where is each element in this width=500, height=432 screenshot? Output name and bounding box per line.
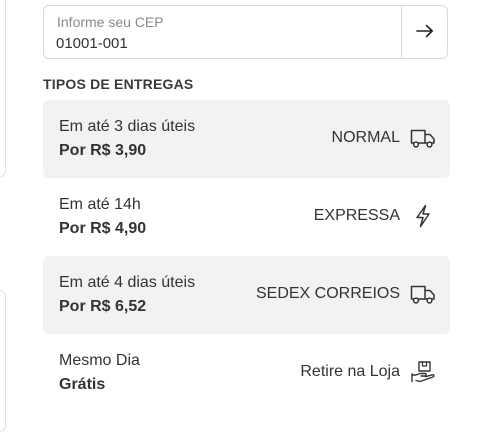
truck-icon: [410, 126, 436, 150]
delivery-time: Em até 3 dias úteis: [59, 118, 196, 135]
delivery-price: Por R$ 3,90: [59, 142, 147, 159]
delivery-option-normal[interactable]: Em até 3 dias úteis Por R$ 3,90 NORMAL: [43, 100, 450, 178]
cep-label: Informe seu CEP: [57, 14, 164, 30]
delivery-name: SEDEX CORREIOS: [255, 285, 400, 302]
background-card-edge: [0, 290, 6, 432]
lightning-icon: [410, 204, 436, 228]
delivery-time: Mesmo Dia: [59, 352, 140, 369]
truck-icon: [410, 282, 436, 306]
delivery-types-title: TIPOS DE ENTREGAS: [43, 76, 194, 92]
delivery-price: Por R$ 4,90: [59, 220, 147, 237]
delivery-option-pickup[interactable]: Mesmo Dia Grátis Retire na Loja: [43, 334, 450, 412]
delivery-time: Em até 4 dias úteis: [59, 274, 196, 291]
hand-package-icon: [410, 360, 436, 384]
cep-input[interactable]: [56, 33, 386, 53]
delivery-option-sedex[interactable]: Em até 4 dias úteis Por R$ 6,52 SEDEX CO…: [43, 256, 450, 334]
delivery-price: Por R$ 6,52: [59, 298, 147, 315]
arrow-right-icon: [416, 24, 434, 41]
cep-submit-button[interactable]: [402, 6, 448, 58]
cep-field[interactable]: Informe seu CEP: [43, 5, 448, 59]
delivery-name: Retire na Loja: [300, 363, 400, 380]
delivery-time: Em até 14h: [59, 196, 141, 213]
delivery-price: Grátis: [59, 376, 106, 393]
delivery-name: NORMAL: [331, 129, 400, 146]
delivery-name: EXPRESSA: [313, 207, 400, 224]
delivery-option-expressa[interactable]: Em até 14h Por R$ 4,90 EXPRESSA: [43, 178, 450, 256]
background-card-edge: [0, 0, 6, 177]
